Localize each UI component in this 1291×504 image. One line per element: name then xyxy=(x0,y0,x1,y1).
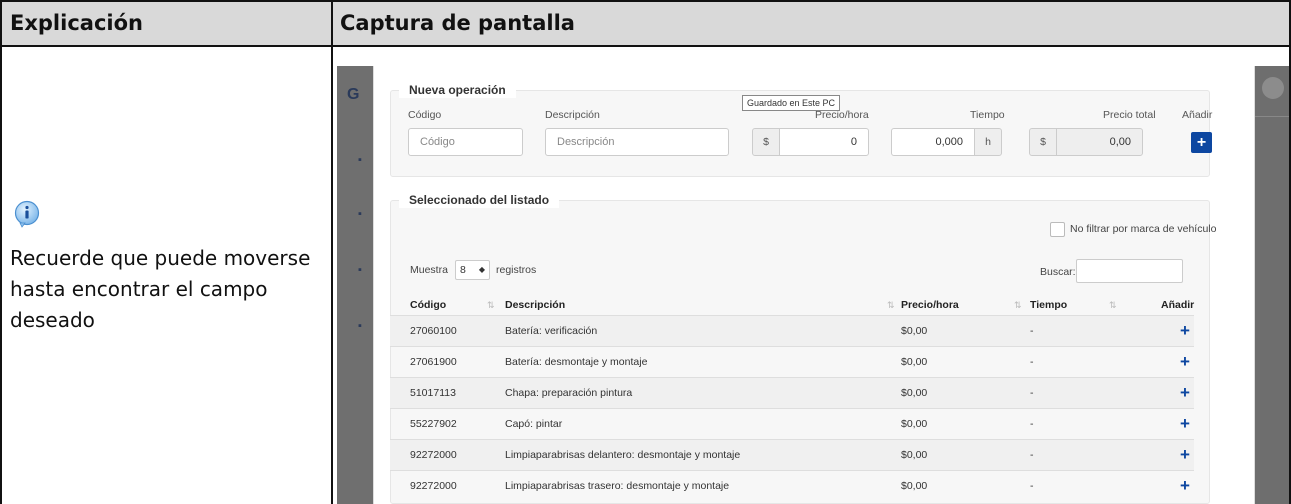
label-tiempo: Tiempo xyxy=(970,109,1005,121)
cell-precio-hora: $0,00 xyxy=(901,480,928,492)
cell-precio-hora: $0,00 xyxy=(901,418,928,430)
cell-precio-hora: $0,00 xyxy=(901,325,928,337)
precio-total-currency-addon: $ xyxy=(1029,128,1057,156)
add-row-button[interactable]: + xyxy=(1176,446,1194,464)
header-explicacion: Explicación xyxy=(10,11,143,35)
table-row: 51017113 Chapa: preparación pintura $0,00 -… xyxy=(390,377,1194,408)
column-header-descripcion[interactable]: Descripción xyxy=(505,299,565,311)
cell-descripcion: Limpiaparabrisas delantero: desmontaje y… xyxy=(505,449,741,461)
cell-codigo: 27060100 xyxy=(410,325,457,337)
buscar-label: Buscar: xyxy=(1040,266,1076,278)
cell-descripcion: Batería: desmontaje y montaje xyxy=(505,356,648,368)
table-header: Explicación Captura de pantalla xyxy=(2,2,1289,47)
sidebar-mark-icon: ▪ xyxy=(358,320,362,332)
sidebar-mark-icon: ▪ xyxy=(358,208,362,220)
sidebar-mark-icon: ▪ xyxy=(358,264,362,276)
column-header-tiempo[interactable]: Tiempo xyxy=(1030,299,1067,311)
divider xyxy=(1255,116,1289,117)
sort-arrows-icon: ◆ xyxy=(478,265,485,274)
descripcion-input[interactable]: Descripción xyxy=(545,128,729,156)
cell-precio-hora: $0,00 xyxy=(901,387,928,399)
table-row: 27060100 Batería: verificación $0,00 - + xyxy=(390,315,1194,346)
explanation-text: Recuerde que puede moverse hasta encontr… xyxy=(10,246,311,332)
page-size-select[interactable]: 8 ◆ xyxy=(455,260,490,280)
registros-label: registros xyxy=(496,264,537,276)
screenshot-area: G ▪ ▪ ▪ ▪ Nueva operación Código Descrip… xyxy=(337,66,1289,504)
cell-precio-hora: $0,00 xyxy=(901,356,928,368)
cell-tiempo: - xyxy=(1030,387,1034,399)
header-captura: Captura de pantalla xyxy=(340,11,575,35)
column-header-precio-hora[interactable]: Precio/hora xyxy=(901,299,959,311)
cell-tiempo: - xyxy=(1030,449,1034,461)
listado-legend: Seleccionado del listado xyxy=(399,192,560,208)
info-icon xyxy=(14,200,40,228)
tiempo-unit-addon: h xyxy=(974,128,1002,156)
add-row-button[interactable]: + xyxy=(1176,415,1194,433)
explanation-cell: Recuerde que puede moverse hasta encontr… xyxy=(2,47,331,504)
precio-hora-input[interactable]: 0 xyxy=(779,128,869,156)
cell-tiempo: - xyxy=(1030,480,1034,492)
table-row: 92272000 Limpiaparabrisas delantero: desm… xyxy=(390,439,1194,470)
codigo-input[interactable]: Código xyxy=(408,128,523,156)
buscar-input[interactable] xyxy=(1076,259,1183,283)
cell-codigo: 92272000 xyxy=(410,480,457,492)
label-descripcion: Descripción xyxy=(545,109,600,121)
sort-icon[interactable]: ⇅ xyxy=(1014,300,1022,311)
label-precio-total: Precio total xyxy=(1103,109,1156,121)
add-row-button[interactable]: + xyxy=(1176,322,1194,340)
column-header-anadir: Añadir xyxy=(1161,299,1195,311)
app-logo-icon: G xyxy=(347,86,360,103)
app-right-strip xyxy=(1255,66,1289,504)
no-filtrar-checkbox[interactable] xyxy=(1050,222,1065,237)
user-avatar-icon xyxy=(1262,77,1284,99)
cell-precio-hora: $0,00 xyxy=(901,449,928,461)
cell-descripcion: Chapa: preparación pintura xyxy=(505,387,633,399)
cell-codigo: 51017113 xyxy=(410,387,456,399)
table-row: 55227902 Capó: pintar $0,00 - + xyxy=(390,408,1194,439)
sort-icon[interactable]: ⇅ xyxy=(1109,300,1117,311)
app-sidebar-strip: G ▪ ▪ ▪ ▪ xyxy=(337,66,373,504)
column-header-codigo[interactable]: Código xyxy=(410,299,446,311)
no-filtrar-label: No filtrar por marca de vehículo xyxy=(1070,223,1217,235)
operations-panel: Nueva operación Código Descripción Preci… xyxy=(373,66,1255,504)
cell-descripcion: Capó: pintar xyxy=(505,418,563,430)
page-size-value: 8 xyxy=(460,264,466,276)
table-row: 27061900 Batería: desmontaje y montaje $0,… xyxy=(390,346,1194,377)
label-codigo: Código xyxy=(408,109,442,121)
sort-icon[interactable]: ⇅ xyxy=(487,300,495,311)
saved-tooltip: Guardado en Este PC xyxy=(742,95,841,111)
precio-total-field: 0,00 xyxy=(1056,128,1143,156)
cell-descripcion: Limpiaparabrisas trasero: desmontaje y m… xyxy=(505,480,730,492)
nueva-operacion-legend: Nueva operación xyxy=(399,82,516,98)
table-row: 92272000 Limpiaparabrisas trasero: desmon… xyxy=(390,470,1194,501)
sidebar-mark-icon: ▪ xyxy=(358,154,362,166)
add-operation-button[interactable]: + xyxy=(1191,132,1212,153)
muestra-label: Muestra xyxy=(410,264,448,276)
cell-descripcion: Batería: verificación xyxy=(505,325,598,337)
add-row-button[interactable]: + xyxy=(1176,353,1194,371)
precio-hora-currency-addon: $ xyxy=(752,128,780,156)
cell-codigo: 92272000 xyxy=(410,449,457,461)
sort-icon[interactable]: ⇅ xyxy=(887,300,895,311)
cell-tiempo: - xyxy=(1030,418,1034,430)
column-divider xyxy=(331,2,333,504)
add-row-button[interactable]: + xyxy=(1176,477,1194,495)
cell-tiempo: - xyxy=(1030,325,1034,337)
add-row-button[interactable]: + xyxy=(1176,384,1194,402)
cell-codigo: 55227902 xyxy=(410,418,457,430)
tiempo-input[interactable]: 0,000 xyxy=(891,128,975,156)
cell-tiempo: - xyxy=(1030,356,1034,368)
label-anadir: Añadir xyxy=(1182,109,1213,121)
cell-codigo: 27061900 xyxy=(410,356,457,368)
